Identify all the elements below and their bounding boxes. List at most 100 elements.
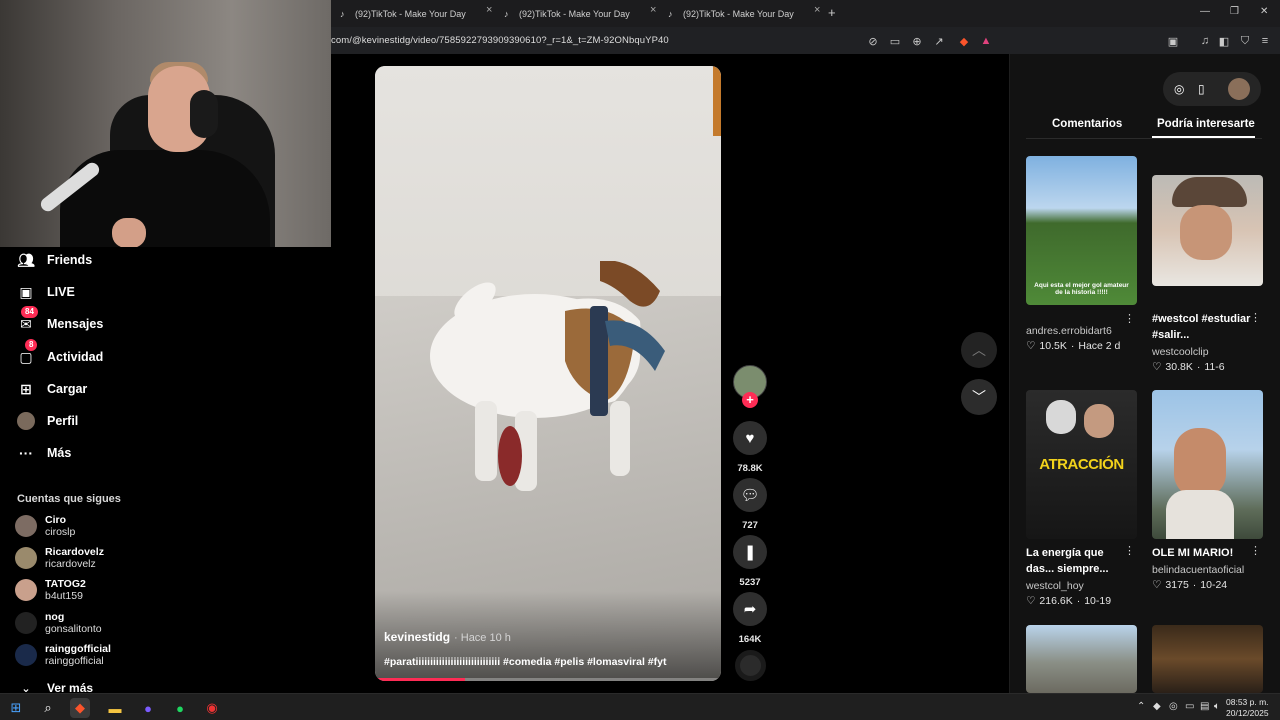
heart-outline-icon: ♡ bbox=[1152, 361, 1162, 373]
previous-video-button[interactable]: ︿ bbox=[961, 332, 997, 368]
browser-tab[interactable]: ♪ (92)TikTok - Make Your Day bbox=[340, 4, 466, 24]
close-window-icon[interactable]: ✕ bbox=[1260, 6, 1268, 17]
close-tab-icon[interactable]: × bbox=[650, 4, 656, 16]
url-field[interactable]: com/@kevinestidg/video/75859227939093906… bbox=[331, 35, 669, 46]
browser-tab[interactable]: ♪ (92)TikTok - Make Your Day bbox=[668, 4, 794, 24]
suggested-video-card[interactable]: #westcol #estudiar #salir... ⋮ westcoolc… bbox=[1152, 175, 1263, 373]
tray-chevron-icon[interactable]: ⌃ bbox=[1137, 701, 1145, 712]
video-thumbnail[interactable]: Aqui esta el mejor gol amateur de la his… bbox=[1026, 156, 1137, 305]
tab-suggested[interactable]: Podría interesarte bbox=[1157, 118, 1255, 130]
steam-icon[interactable]: ◎ bbox=[1169, 701, 1178, 712]
taskbar-clock[interactable]: 08:53 p. m. 20/12/2025 bbox=[1226, 697, 1269, 719]
suggested-video-card[interactable] bbox=[1026, 625, 1137, 693]
sidebar-item-profile[interactable]: Perfil bbox=[17, 412, 78, 430]
video-author[interactable]: kevinestidg · Hace 10 h bbox=[384, 630, 511, 644]
spotify-icon[interactable]: ● bbox=[170, 698, 190, 718]
suggested-video-card[interactable]: OLE MI MARIO! ⋮ belindacuentaoficial ♡ 3… bbox=[1152, 390, 1263, 591]
following-account[interactable]: Ciro ciroslp bbox=[15, 514, 75, 538]
rewards-icon[interactable]: ▲ bbox=[979, 34, 993, 48]
video-thumbnail[interactable] bbox=[1152, 390, 1263, 539]
volume-icon[interactable]: 🔈︎ bbox=[1214, 701, 1220, 712]
video-thumbnail[interactable] bbox=[1152, 175, 1263, 286]
tab-title: (92)TikTok - Make Your Day bbox=[355, 9, 466, 19]
bookmark-icon[interactable]: ❚ bbox=[733, 535, 767, 569]
share-icon[interactable]: ↗ bbox=[932, 34, 946, 48]
follow-plus-button[interactable]: + bbox=[742, 392, 758, 408]
comment-icon[interactable]: 💬︎ bbox=[733, 478, 767, 512]
avatar bbox=[15, 547, 37, 569]
video-player[interactable]: kevinestidg · Hace 10 h #paratiiiiiiiiiii… bbox=[375, 66, 721, 681]
more-options-icon[interactable]: ⋮ bbox=[1250, 311, 1261, 324]
close-tab-icon[interactable]: × bbox=[486, 4, 492, 16]
card-author[interactable]: westcoolclip bbox=[1152, 346, 1263, 358]
music-icon[interactable]: ♫ bbox=[1198, 34, 1212, 48]
browser-tab[interactable]: ♪ (92)TikTok - Make Your Day bbox=[504, 4, 630, 24]
following-account[interactable]: TATOG2 b4ut159 bbox=[15, 578, 86, 602]
video-thumbnail[interactable] bbox=[1026, 625, 1137, 693]
suggested-video-card[interactable] bbox=[1152, 625, 1263, 693]
comment-action[interactable]: 💬︎ 727 bbox=[733, 478, 767, 531]
vpn-icon[interactable]: ⛉ bbox=[1238, 34, 1252, 48]
card-date: 10-19 bbox=[1084, 595, 1112, 607]
suggested-video-card[interactable]: Aqui esta el mejor gol amateur de la his… bbox=[1026, 156, 1137, 352]
suggested-video-card[interactable]: ATRACCIÓN La energía que das... siempre.… bbox=[1026, 390, 1137, 607]
minimize-icon[interactable]: — bbox=[1200, 6, 1210, 17]
card-author[interactable]: belindacuentaoficial bbox=[1152, 564, 1263, 576]
card-author[interactable]: andres.errobidart6 bbox=[1026, 325, 1137, 337]
video-thumbnail[interactable] bbox=[1152, 625, 1263, 693]
video-caption[interactable]: #paratiiiiiiiiiiiiiiiiiiiiiiiiiiiii #com… bbox=[384, 656, 666, 668]
close-tab-icon[interactable]: × bbox=[814, 4, 820, 16]
user-avatar[interactable] bbox=[1228, 78, 1250, 100]
more-options-icon[interactable]: ⋮ bbox=[1124, 544, 1135, 557]
sidebar-item-messages[interactable]: ✉ 84 Mensajes bbox=[17, 306, 103, 333]
sidebar-item-more[interactable]: ··· Más bbox=[17, 444, 71, 462]
restore-icon[interactable]: ❐ bbox=[1230, 6, 1239, 17]
like-action[interactable]: ♥ 78.8K bbox=[733, 421, 767, 474]
following-account[interactable]: Ricardovelz ricardovelz bbox=[15, 546, 104, 570]
tray-app-icon[interactable]: ◆ bbox=[1153, 701, 1161, 712]
card-title[interactable]: #westcol #estudiar #salir... bbox=[1152, 311, 1263, 343]
heart-icon[interactable]: ♥ bbox=[733, 421, 767, 455]
brave-shield-icon[interactable]: ◆ bbox=[957, 34, 971, 48]
card-likes: 30.8K bbox=[1165, 361, 1193, 373]
share-arrow-icon[interactable]: ➦ bbox=[733, 592, 767, 626]
menu-icon[interactable]: ≡ bbox=[1258, 34, 1272, 48]
obs-icon[interactable]: ◉ bbox=[202, 698, 222, 718]
translate-off-icon[interactable]: ⊘ bbox=[866, 34, 880, 48]
video-thumbnail[interactable]: ATRACCIÓN bbox=[1026, 390, 1137, 539]
following-account[interactable]: nog gonsalitonto bbox=[15, 611, 102, 635]
card-title[interactable]: OLE MI MARIO! bbox=[1152, 545, 1263, 561]
share-action[interactable]: ➦ 164K bbox=[733, 592, 767, 645]
tab-comments[interactable]: Comentarios bbox=[1052, 118, 1122, 130]
brave-browser-icon[interactable]: ◆ bbox=[70, 698, 90, 718]
more-options-icon[interactable]: ⋮ bbox=[1124, 312, 1135, 325]
wifi-icon[interactable]: ▤ bbox=[1200, 701, 1209, 712]
sidebar-item-label: Friends bbox=[47, 253, 93, 267]
sidebar-item-friends[interactable]: 👥︎ Friends bbox=[17, 251, 92, 269]
windows-start-icon[interactable]: ⊞ bbox=[6, 698, 26, 718]
new-tab-button[interactable]: + bbox=[828, 5, 836, 20]
next-video-button[interactable]: ﹀ bbox=[961, 379, 997, 415]
card-author[interactable]: westcol_hoy bbox=[1026, 580, 1137, 592]
compass-icon[interactable]: ◎ bbox=[1174, 82, 1184, 96]
sidebar-item-live[interactable]: ▣ LIVE bbox=[17, 283, 74, 301]
discord-icon[interactable]: ● bbox=[138, 698, 158, 718]
file-explorer-icon[interactable]: ▬ bbox=[105, 698, 125, 718]
music-disc-icon[interactable] bbox=[735, 650, 766, 681]
sidebar-item-upload[interactable]: ⊞ Cargar bbox=[17, 380, 87, 398]
zoom-icon[interactable]: ⊕ bbox=[910, 34, 924, 48]
phone-icon[interactable]: ▯ bbox=[1198, 82, 1205, 96]
card-likes: 216.6K bbox=[1039, 595, 1073, 607]
video-author-name: kevinestidg bbox=[384, 630, 451, 644]
sidebar-item-activity[interactable]: ▢ 8 Actividad bbox=[17, 339, 103, 366]
network-tray-icon[interactable]: ▭ bbox=[1185, 701, 1194, 712]
more-options-icon[interactable]: ⋮ bbox=[1250, 544, 1261, 557]
sidebar-toggle-icon[interactable]: ▣ bbox=[1166, 34, 1180, 48]
search-icon[interactable]: ⌕ bbox=[38, 698, 58, 718]
card-title[interactable]: La energía que das... siempre... bbox=[1026, 545, 1121, 577]
split-view-icon[interactable]: ◧ bbox=[1217, 34, 1231, 48]
following-account[interactable]: rainggofficial rainggofficial bbox=[15, 643, 111, 667]
avatar bbox=[15, 644, 37, 666]
save-action[interactable]: ❚ 5237 bbox=[733, 535, 767, 588]
cast-icon[interactable]: ▭ bbox=[888, 34, 902, 48]
